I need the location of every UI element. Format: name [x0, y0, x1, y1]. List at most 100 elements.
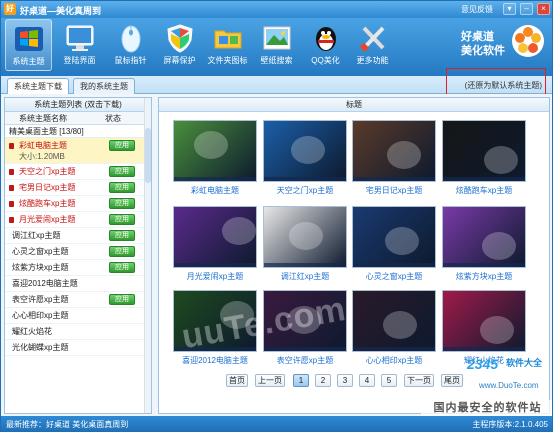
theme-list-item[interactable]: 月光爱闹xp主题 应用 [5, 212, 151, 228]
picture-icon [263, 26, 290, 50]
thumbnail-art [291, 136, 325, 164]
theme-thumbnail[interactable] [352, 290, 436, 352]
theme-list-item[interactable]: 心灵之窗xp主题 应用 [5, 244, 151, 260]
toolbar-folder-icons[interactable]: 文件夹图标 [204, 19, 251, 71]
theme-caption[interactable]: 表空许愿xp主题 [255, 355, 355, 366]
theme-name: 炫紫方块xp主题 [12, 263, 69, 272]
page-button[interactable]: 3 [337, 374, 353, 387]
first-page-button[interactable]: 首页 [226, 374, 248, 387]
apply-button[interactable]: 应用 [109, 230, 135, 241]
theme-thumbnail[interactable] [442, 120, 526, 182]
theme-name: 天空之门xp主题 [19, 167, 76, 176]
theme-list-item[interactable]: 天空之门xp主题 应用 [5, 164, 151, 180]
app-window: 好 好桌道—美化真周到 意见反馈 ▾ – × 系统主题 登陆界面 鼠标指针 屏幕… [0, 0, 553, 432]
windows-theme-icon [14, 27, 43, 51]
theme-thumbnail[interactable] [442, 206, 526, 268]
theme-caption[interactable]: 心灵之窗xp主题 [344, 271, 444, 282]
theme-list-item[interactable]: 炫酷跑车xp主题 应用 [5, 196, 151, 212]
toolbar-system-theme[interactable]: 系统主题 [5, 19, 52, 71]
list-scrollbar[interactable] [144, 98, 151, 413]
theme-caption[interactable]: 炫紫方块xp主题 [434, 271, 534, 282]
tab-system-theme-download[interactable]: 系统主题下载 [7, 78, 69, 95]
theme-list-header: 系统主题列表 (双击下载) [5, 98, 151, 112]
theme-caption[interactable]: 调江红xp主题 [255, 271, 355, 282]
status-bar: 最新推荐：好桌道 美化桌面真周到 主程序版本:2.1.0.405 [1, 416, 552, 431]
apply-button[interactable]: 应用 [109, 198, 135, 209]
theme-thumbnail[interactable] [352, 120, 436, 182]
theme-thumbnail[interactable] [352, 206, 436, 268]
minimize-button[interactable]: – [520, 3, 533, 15]
column-status[interactable]: 状态 [105, 112, 121, 125]
apply-button[interactable]: 应用 [109, 214, 135, 225]
app-logo-icon: 好 [4, 3, 16, 15]
theme-thumbnail[interactable] [173, 206, 257, 268]
theme-thumbnail[interactable] [442, 290, 526, 352]
theme-name: 心心相印xp主题 [12, 311, 69, 320]
toolbar-mouse-pointer[interactable]: 鼠标指针 [107, 19, 154, 71]
theme-list-item[interactable]: 表空许愿xp主题 应用 [5, 292, 151, 308]
apply-button[interactable]: 应用 [109, 246, 135, 257]
theme-marker-icon [9, 143, 14, 149]
theme-caption[interactable]: 天空之门xp主题 [255, 185, 355, 196]
theme-list-item[interactable]: 心心相印xp主题 [5, 308, 151, 324]
theme-name: 表空许愿xp主题 [12, 295, 69, 304]
watermark-logo: 2345 [467, 356, 499, 372]
theme-name: 喜迎2012电脑主题 [12, 279, 78, 288]
tab-my-system-themes[interactable]: 我的系统主题 [73, 78, 135, 94]
recommend-text[interactable]: 最新推荐：好桌道 美化桌面真周到 [6, 416, 128, 431]
toolbar-label: 屏幕保护 [163, 56, 196, 65]
theme-caption[interactable]: 宅男日记xp主题 [344, 185, 444, 196]
scrollbar-thumb[interactable] [145, 128, 151, 183]
theme-thumbnail[interactable] [173, 120, 257, 182]
toolbar-login-screen[interactable]: 登陆界面 [56, 19, 103, 71]
apply-button[interactable]: 应用 [109, 182, 135, 193]
thumbnail-art [482, 232, 516, 260]
theme-list-item[interactable]: 光化蝴蝶xp主题 [5, 340, 151, 356]
theme-name: 炫酷跑车xp主题 [19, 199, 76, 208]
theme-marker-icon [9, 217, 14, 223]
apply-button[interactable]: 应用 [109, 294, 135, 305]
last-page-button[interactable]: 尾页 [441, 374, 463, 387]
toolbar-label: 系统主题 [12, 57, 45, 66]
theme-caption[interactable]: 彩虹电脑主题 [165, 185, 265, 196]
toolbar-more-features[interactable]: 更多功能 [349, 19, 396, 71]
monitor-icon [66, 25, 93, 51]
theme-list-item[interactable]: 炫紫方块xp主题 应用 [5, 260, 151, 276]
thumbnail-taskbar [264, 263, 346, 267]
theme-group[interactable]: 精美桌面主题 [13/80] [5, 125, 151, 138]
next-page-button[interactable]: 下一页 [404, 374, 434, 387]
theme-list-item[interactable]: 耀红火焰花 [5, 324, 151, 340]
theme-caption[interactable]: 喜迎2012电脑主题 [165, 355, 265, 366]
theme-caption[interactable]: 炫酷跑车xp主题 [434, 185, 534, 196]
version-text: 主程序版本:2.1.0.405 [472, 420, 548, 429]
theme-caption[interactable]: 心心相印xp主题 [344, 355, 444, 366]
theme-caption[interactable]: 月光爱闹xp主题 [165, 271, 265, 282]
column-name[interactable]: 系统主题名称 [19, 112, 67, 125]
thumbnail-taskbar [174, 263, 256, 267]
theme-list-item[interactable]: 宅男日记xp主题 应用 [5, 180, 151, 196]
prev-page-button[interactable]: 上一页 [255, 374, 285, 387]
theme-list-item[interactable]: 喜迎2012电脑主题 [5, 276, 151, 292]
theme-thumbnail[interactable] [263, 206, 347, 268]
theme-list-item[interactable]: 调江红xp主题 应用 [5, 228, 151, 244]
apply-button[interactable]: 应用 [109, 140, 135, 151]
thumbnail-taskbar [353, 177, 435, 181]
apply-button[interactable]: 应用 [109, 262, 135, 273]
toolbar-qq-beautify[interactable]: QQ美化 [302, 19, 349, 71]
page-button[interactable]: 2 [315, 374, 331, 387]
menu-dropdown-button[interactable]: ▾ [503, 3, 516, 15]
theme-list-item[interactable]: 彩虹电脑主题 大小:1.20MB 应用 [5, 138, 151, 164]
theme-thumbnail[interactable] [263, 120, 347, 182]
page-button[interactable]: 4 [359, 374, 375, 387]
toolbar-wallpaper-search[interactable]: 壁纸搜索 [253, 19, 300, 71]
toolbar-label: 文件夹图标 [207, 56, 248, 65]
toolbar-screensaver[interactable]: 屏幕保护 [156, 19, 203, 71]
feedback-link[interactable]: 意见反馈 [461, 4, 493, 15]
thumbnail-taskbar [264, 347, 346, 351]
close-button[interactable]: × [537, 3, 550, 15]
page-button[interactable]: 5 [381, 374, 397, 387]
theme-name: 耀红火焰花 [12, 327, 52, 336]
page-button[interactable]: 1 [293, 374, 309, 387]
apply-button[interactable]: 应用 [109, 166, 135, 177]
preview-header: 标题 [159, 98, 549, 112]
